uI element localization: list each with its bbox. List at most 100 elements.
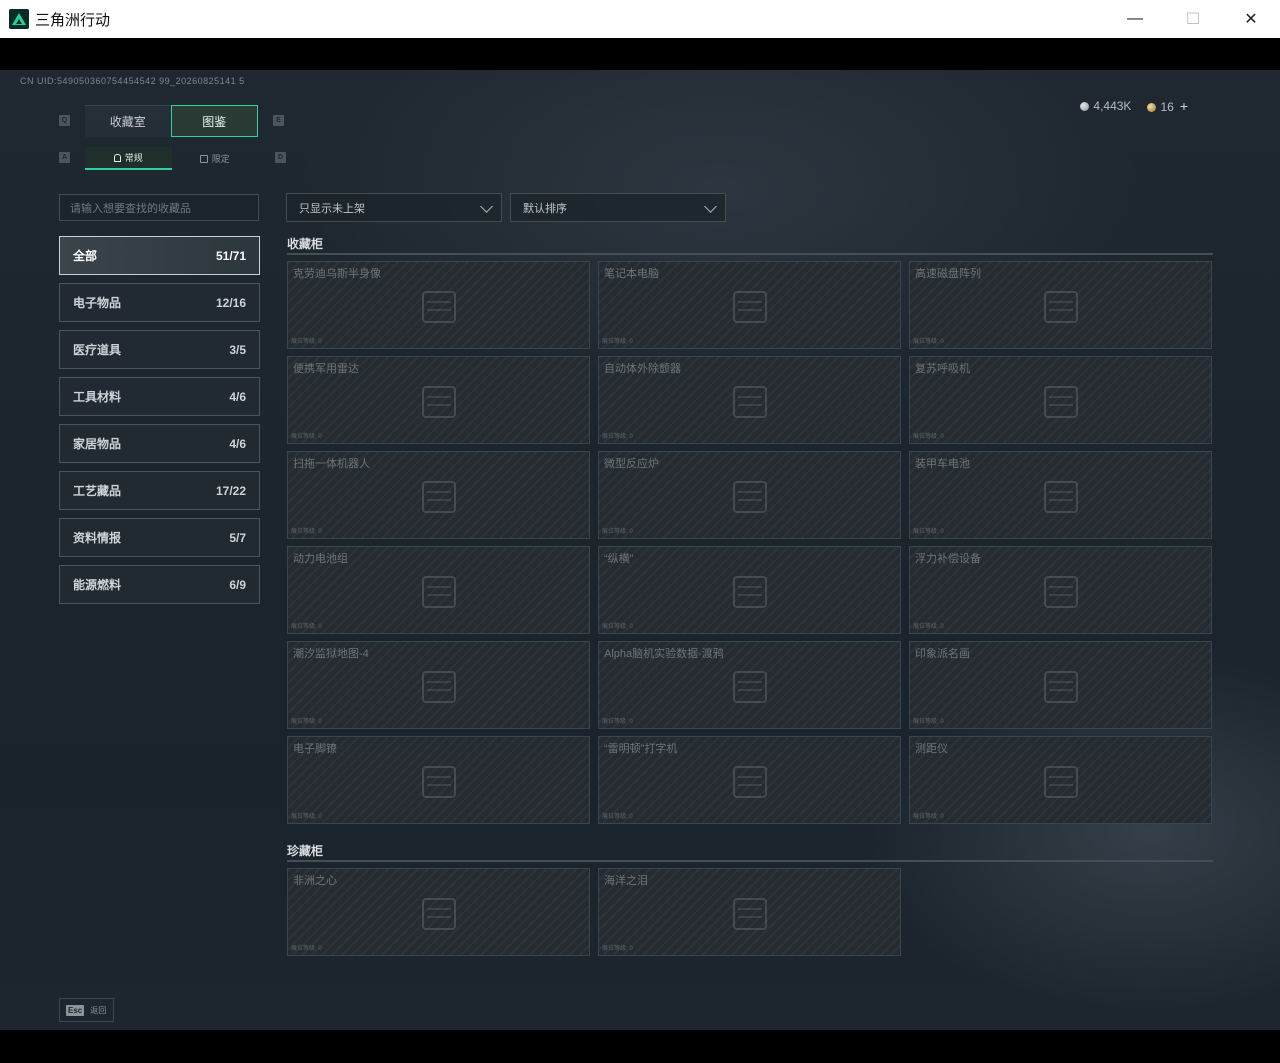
section-divider — [287, 253, 1213, 255]
category-fuel[interactable]: 能源燃料 6/9 — [59, 565, 260, 604]
category-medical[interactable]: 医疗道具 3/5 — [59, 330, 260, 369]
key-hint-e: E — [273, 115, 284, 126]
collection-card[interactable]: 测距仪 展位等级: 0 — [909, 736, 1212, 824]
collection-card[interactable]: “雷明顿”打字机展位等级: 0 — [598, 736, 901, 824]
card-item-name: 非洲之心 — [293, 875, 337, 887]
player-uid: CN UID:549050360754454542 99_20260825141… — [20, 76, 245, 86]
maximize-button[interactable]: ☐ — [1164, 0, 1222, 38]
category-crafts[interactable]: 工艺藏品 17/22 — [59, 471, 260, 510]
item-silhouette-icon — [409, 567, 469, 617]
search-input[interactable]: 请输入想要查找的收藏品 — [59, 194, 259, 221]
silver-coin-icon — [1080, 102, 1090, 111]
category-electronics[interactable]: 电子物品 12/16 — [59, 283, 260, 322]
item-silhouette-icon — [409, 472, 469, 522]
back-button[interactable]: Esc 返回 — [59, 998, 114, 1022]
card-level: 展位等级: 0 — [291, 624, 322, 630]
collection-card[interactable]: 笔记本电脑 展位等级: 0 — [598, 261, 901, 349]
game-surface: CN UID:549050360754454542 99_20260825141… — [0, 70, 1280, 1030]
subtab-limited[interactable]: 限定 — [172, 147, 259, 170]
card-item-name: “雷明顿”打字机 — [604, 743, 678, 755]
collection-card[interactable]: 动力电池组 展位等级: 0 — [287, 546, 590, 634]
card-level: 展位等级: 0 — [602, 946, 633, 952]
collection-card[interactable]: 克劳迪乌斯半身像 展位等级: 0 — [287, 261, 590, 349]
card-level: 展位等级: 0 — [602, 434, 633, 440]
card-item-name: Alpha脑机实验数据-渡鸦 — [604, 648, 724, 660]
card-item-name: 微型反应炉 — [604, 458, 659, 470]
collection-card[interactable]: 浮力补偿设备展位等级: 0 — [909, 546, 1212, 634]
card-item-name: “纵横” — [604, 553, 634, 565]
collection-card[interactable]: 自动体外除颤器展位等级: 0 — [598, 356, 901, 444]
card-level: 展位等级: 0 — [291, 719, 322, 725]
card-level: 展位等级: 0 — [291, 529, 322, 535]
item-silhouette-icon — [720, 377, 780, 427]
close-button[interactable]: ✕ — [1222, 0, 1280, 38]
card-item-name: 自动体外除颤器 — [604, 363, 681, 375]
item-silhouette-icon — [720, 282, 780, 332]
window-titlebar: 三角洲行动 — ☐ ✕ — [0, 0, 1280, 38]
item-silhouette-icon — [720, 889, 780, 939]
card-level: 展位等级: 0 — [602, 814, 633, 820]
collection-card[interactable]: 海洋之泪 展位等级: 0 — [598, 868, 901, 956]
collection-card[interactable]: “纵横” 展位等级: 0 — [598, 546, 901, 634]
card-level: 展位等级: 0 — [913, 624, 944, 630]
collection-card[interactable]: 便携军用雷达展位等级: 0 — [287, 356, 590, 444]
card-level: 展位等级: 0 — [291, 434, 322, 440]
collection-card[interactable]: 潮汐监狱地图-4 展位等级: 0 — [287, 641, 590, 729]
card-level: 展位等级: 0 — [913, 434, 944, 440]
collection-card[interactable]: Alpha脑机实验数据-渡鸦展位等级: 0 — [598, 641, 901, 729]
collection-card[interactable]: 印象派名画 展位等级: 0 — [909, 641, 1212, 729]
collection-card[interactable]: 高速磁盘阵列 展位等级: 0 — [909, 261, 1212, 349]
card-level: 展位等级: 0 — [602, 624, 633, 630]
card-item-name: 浮力补偿设备 — [915, 553, 981, 565]
item-silhouette-icon — [409, 282, 469, 332]
tab-catalog[interactable]: 图鉴 — [170, 105, 258, 137]
category-household[interactable]: 家居物品 4/6 — [59, 424, 260, 463]
category-tools[interactable]: 工具材料 4/6 — [59, 377, 260, 416]
cabinet-grid: 克劳迪乌斯半身像 展位等级: 0 笔记本电脑 展位等级: 0 高速磁盘阵列 展位等级: 0… — [287, 261, 1213, 824]
collection-card[interactable]: 装甲车电池展位等级: 0 — [909, 451, 1212, 539]
item-silhouette-icon — [1031, 662, 1091, 712]
collection-card[interactable]: 电子脚镣展位等级: 0 — [287, 736, 590, 824]
item-silhouette-icon — [720, 567, 780, 617]
item-silhouette-icon — [409, 662, 469, 712]
collection-card[interactable]: 扫拖一体机器人 展位等级: 0 — [287, 451, 590, 539]
item-silhouette-icon — [1031, 757, 1091, 807]
card-item-name: 克劳迪乌斯半身像 — [293, 268, 381, 280]
chevron-down-icon — [704, 200, 717, 213]
card-item-name: 装甲车电池 — [915, 458, 970, 470]
sort-dropdown[interactable]: 默认排序 — [510, 193, 726, 222]
collection-card[interactable]: 非洲之心展位等级: 0 — [287, 868, 590, 956]
currency-bar: 4,443K 16 + — [1080, 98, 1188, 114]
filter-dropdown[interactable]: 只显示未上架 — [286, 193, 502, 222]
item-silhouette-icon — [409, 889, 469, 939]
card-level: 展位等级: 0 — [602, 339, 633, 345]
category-intel[interactable]: 资料情报 5/7 — [59, 518, 260, 557]
app-logo-icon — [9, 9, 29, 29]
collection-card[interactable]: 微型反应炉 展位等级: 0 — [598, 451, 901, 539]
category-all[interactable]: 全部 51/71 — [59, 236, 260, 275]
collection-card[interactable]: 复苏呼吸机展位等级: 0 — [909, 356, 1212, 444]
card-item-name: 便携军用雷达 — [293, 363, 359, 375]
item-silhouette-icon — [720, 757, 780, 807]
card-level: 展位等级: 0 — [291, 946, 322, 952]
minimize-button[interactable]: — — [1106, 0, 1164, 38]
subtab-regular[interactable]: 常规 — [85, 147, 172, 170]
letterbox-top — [0, 38, 1280, 70]
main-tabs: 收藏室 图鉴 — [85, 105, 258, 137]
card-item-name: 复苏呼吸机 — [915, 363, 970, 375]
card-level: 展位等级: 0 — [913, 529, 944, 535]
card-item-name: 电子脚镣 — [293, 743, 337, 755]
gold-coin-icon — [1147, 103, 1157, 112]
add-currency-button[interactable]: + — [1180, 98, 1188, 114]
item-silhouette-icon — [720, 472, 780, 522]
card-level: 展位等级: 0 — [291, 814, 322, 820]
item-silhouette-icon — [1031, 282, 1091, 332]
key-hint-a: A — [59, 152, 70, 163]
item-silhouette-icon — [409, 377, 469, 427]
item-silhouette-icon — [1031, 377, 1091, 427]
chevron-down-icon — [480, 200, 493, 213]
section-divider — [287, 860, 1213, 862]
item-silhouette-icon — [720, 662, 780, 712]
tab-collection-room[interactable]: 收藏室 — [85, 105, 171, 137]
card-level: 展位等级: 0 — [602, 719, 633, 725]
